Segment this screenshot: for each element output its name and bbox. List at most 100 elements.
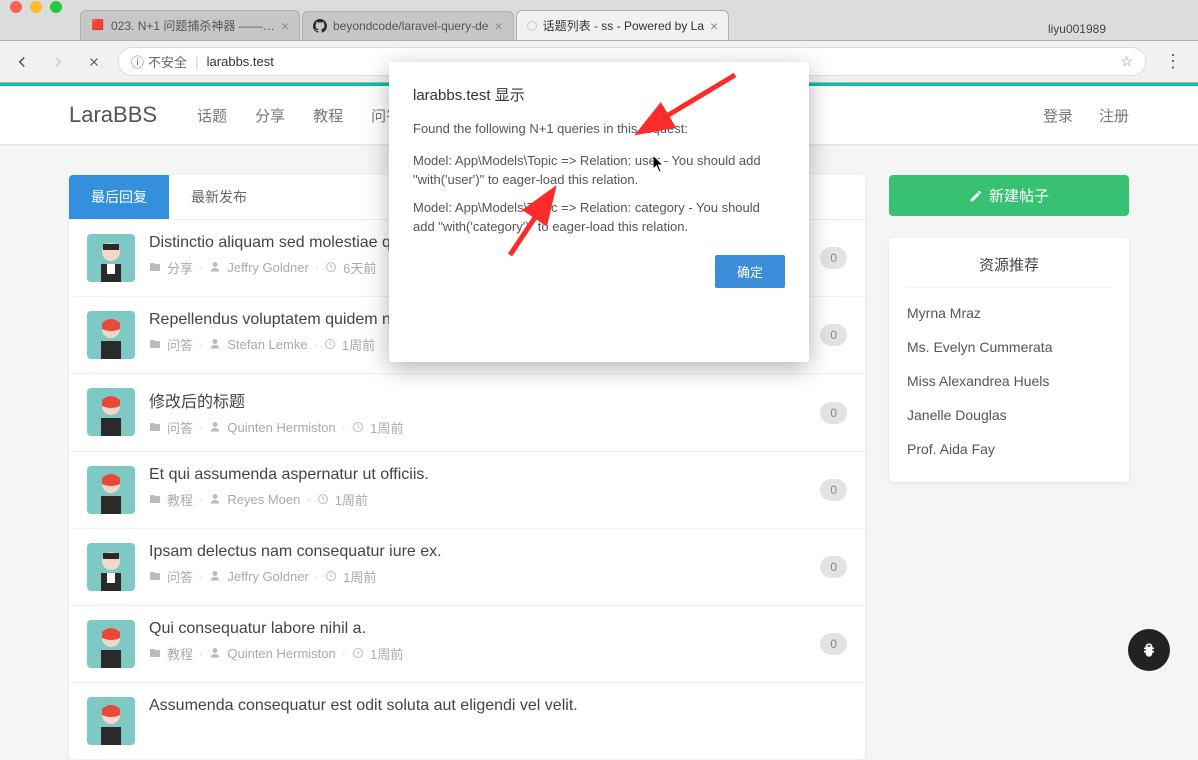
clock-icon (352, 420, 364, 435)
avatar[interactable] (87, 543, 135, 591)
topic-category[interactable]: 问答 (167, 567, 193, 586)
debug-float-button[interactable] (1128, 629, 1170, 671)
topic-title[interactable]: Qui consequatur labore nihil a. (149, 620, 806, 638)
topic-meta: 教程·Quinten Hermiston·1周前 (149, 644, 806, 663)
topic-row[interactable]: Ipsam delectus nam consequatur iure ex. 问… (69, 529, 865, 606)
browser-tab-0[interactable]: 🟥 023. N+1 问题捕杀神器 ——be × (80, 10, 300, 40)
login-link[interactable]: 登录 (1043, 105, 1073, 126)
resource-item[interactable]: Janelle Douglas (907, 398, 1111, 432)
window-minimize[interactable] (30, 1, 42, 13)
recommend-panel: 资源推荐 Myrna MrazMs. Evelyn CummerataMiss … (889, 238, 1129, 482)
brand-logo[interactable]: LaraBBS (69, 102, 157, 128)
bookmark-star-icon[interactable]: ☆ (1120, 53, 1133, 70)
topic-row[interactable]: Qui consequatur labore nihil a. 教程·Quinte… (69, 606, 865, 683)
reply-count-badge: 0 (820, 479, 847, 501)
clock-icon (325, 569, 337, 584)
folder-icon (149, 646, 161, 661)
avatar[interactable] (87, 620, 135, 668)
tab-title: beyondcode/laravel-query-de (333, 19, 488, 33)
tab-newest[interactable]: 最新发布 (169, 175, 269, 219)
topic-title[interactable]: Ipsam delectus nam consequatur iure ex. (149, 543, 806, 561)
topic-category[interactable]: 问答 (167, 418, 193, 437)
bug-icon (1139, 640, 1159, 660)
reply-count-badge: 0 (820, 247, 847, 269)
topic-author[interactable]: Jeffry Goldner (227, 569, 308, 584)
nav-link-tutorial[interactable]: 教程 (313, 105, 343, 126)
folder-icon (149, 420, 161, 435)
menu-icon[interactable]: ⋮ (1158, 51, 1188, 72)
avatar[interactable] (87, 388, 135, 436)
topic-time: 1周前 (370, 418, 403, 437)
topic-row[interactable]: Assumenda consequatur est odit soluta au… (69, 683, 865, 760)
url-text: larabbs.test (207, 54, 274, 69)
topic-category[interactable]: 教程 (167, 490, 193, 509)
topic-author[interactable]: Stefan Lemke (227, 337, 307, 352)
user-icon (209, 337, 221, 352)
browser-tab-2[interactable]: 话题列表 - ss - Powered by La × (516, 10, 730, 40)
resource-item[interactable]: Myrna Mraz (907, 296, 1111, 330)
back-button[interactable] (10, 50, 34, 74)
nav-link-topics[interactable]: 话题 (197, 105, 227, 126)
alert-dialog: larabbs.test 显示 Found the following N+1 … (389, 62, 809, 362)
topic-time: 1周前 (335, 490, 368, 509)
topic-author[interactable]: Reyes Moen (227, 492, 300, 507)
user-icon (209, 260, 221, 275)
folder-icon (149, 337, 161, 352)
window-maximize[interactable] (50, 1, 62, 13)
new-post-button[interactable]: 新建帖子 (889, 175, 1129, 216)
topic-title[interactable]: Et qui assumenda aspernatur ut officiis. (149, 466, 806, 484)
clock-icon (317, 492, 329, 507)
clock-icon (352, 646, 364, 661)
profile-label[interactable]: liyu001989 (1036, 18, 1118, 40)
favicon-github-icon (313, 19, 327, 33)
avatar[interactable] (87, 697, 135, 745)
topic-title[interactable]: Assumenda consequatur est odit soluta au… (149, 697, 847, 715)
window-close[interactable] (10, 1, 22, 13)
topic-category[interactable]: 分享 (167, 258, 193, 277)
avatar[interactable] (87, 311, 135, 359)
dialog-line1: Found the following N+1 queries in this … (413, 119, 785, 139)
user-icon (209, 420, 221, 435)
avatar[interactable] (87, 234, 135, 282)
resource-item[interactable]: Ms. Evelyn Cummerata (907, 330, 1111, 364)
forward-button[interactable] (46, 50, 70, 74)
stop-button[interactable] (82, 50, 106, 74)
topic-meta: 问答·Jeffry Goldner·1周前 (149, 567, 806, 586)
resource-item[interactable]: Prof. Aida Fay (907, 432, 1111, 466)
pencil-icon (969, 189, 983, 203)
nav-link-share[interactable]: 分享 (255, 105, 285, 126)
ok-button[interactable]: 确定 (715, 255, 785, 288)
topic-author[interactable]: Quinten Hermiston (227, 646, 335, 661)
topic-time: 6天前 (343, 258, 376, 277)
topic-row[interactable]: 修改后的标题问答·Quinten Hermiston·1周前0 (69, 374, 865, 452)
dialog-title: larabbs.test 显示 (413, 84, 785, 105)
close-icon[interactable]: × (710, 18, 718, 34)
user-icon (209, 646, 221, 661)
topic-title[interactable]: 修改后的标题 (149, 388, 806, 412)
folder-icon (149, 492, 161, 507)
topic-row[interactable]: Et qui assumenda aspernatur ut officiis.… (69, 452, 865, 529)
close-icon[interactable]: × (281, 18, 289, 34)
topic-time: 1周前 (370, 644, 403, 663)
folder-icon (149, 260, 161, 275)
resource-item[interactable]: Miss Alexandrea Huels (907, 364, 1111, 398)
reply-count-badge: 0 (820, 324, 847, 346)
dialog-line2: Model: App\Models\Topic => Relation: use… (413, 151, 785, 190)
tab-last-reply[interactable]: 最后回复 (69, 175, 169, 219)
clock-icon (325, 260, 337, 275)
browser-tab-1[interactable]: beyondcode/laravel-query-de × (302, 11, 514, 40)
topic-category[interactable]: 问答 (167, 335, 193, 354)
topic-author[interactable]: Jeffry Goldner (227, 260, 308, 275)
close-icon[interactable]: × (494, 18, 502, 34)
new-post-label: 新建帖子 (989, 185, 1049, 206)
topic-category[interactable]: 教程 (167, 644, 193, 663)
tab-title: 023. N+1 问题捕杀神器 ——be (111, 17, 275, 34)
register-link[interactable]: 注册 (1099, 105, 1129, 126)
user-icon (209, 492, 221, 507)
avatar[interactable] (87, 466, 135, 514)
topic-meta: 教程·Reyes Moen·1周前 (149, 490, 806, 509)
dialog-body: Found the following N+1 queries in this … (413, 119, 785, 237)
reply-count-badge: 0 (820, 633, 847, 655)
topic-author[interactable]: Quinten Hermiston (227, 420, 335, 435)
clock-icon (324, 337, 336, 352)
